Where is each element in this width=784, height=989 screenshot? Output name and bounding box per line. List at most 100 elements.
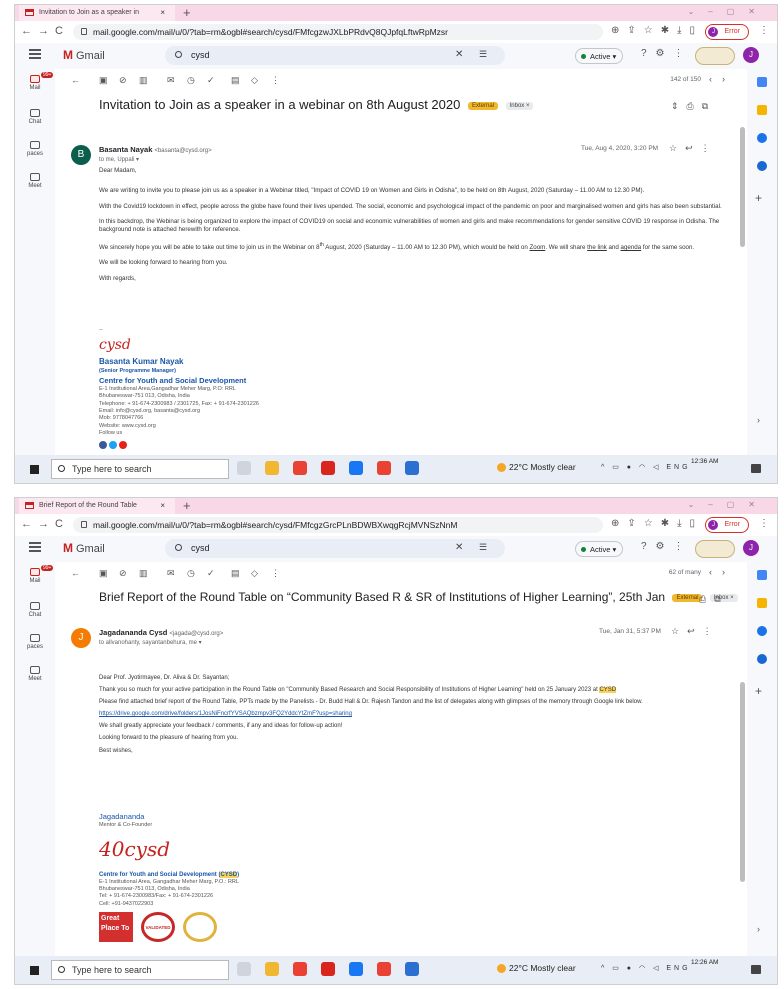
keep-icon[interactable] xyxy=(757,598,767,608)
rail-spaces[interactable]: paces xyxy=(19,634,51,650)
window-controls[interactable]: ⌄–▢✕ xyxy=(688,500,769,509)
contacts-icon[interactable] xyxy=(757,161,767,171)
taskbar-search[interactable]: Type here to search xyxy=(51,960,229,980)
rail-meet[interactable]: Meet xyxy=(19,666,51,682)
rail-spaces[interactable]: paces xyxy=(19,141,51,157)
chrome-icon[interactable] xyxy=(293,461,307,475)
file-explorer-icon[interactable] xyxy=(265,962,279,976)
chrome-profile-icon[interactable] xyxy=(377,962,391,976)
subject-actions[interactable]: ⇕⎙⧉ xyxy=(671,101,716,112)
chrome-icon[interactable] xyxy=(293,962,307,976)
task-view-icon[interactable] xyxy=(237,461,251,475)
profile-error-button[interactable]: J Error xyxy=(705,24,749,40)
browser-menu-icon[interactable]: ⋮ xyxy=(759,25,769,36)
move-to-icon[interactable]: ▤ xyxy=(231,568,240,579)
youtube-app-icon[interactable] xyxy=(321,461,335,475)
account-avatar[interactable]: J xyxy=(743,47,759,63)
tasks-icon[interactable] xyxy=(757,626,767,636)
notification-icon[interactable] xyxy=(751,965,761,974)
facebook-app-icon[interactable] xyxy=(349,461,363,475)
label-icon[interactable]: ◇ xyxy=(251,75,258,86)
youtube-app-icon[interactable] xyxy=(321,962,335,976)
rail-chat[interactable]: Chat xyxy=(19,602,51,618)
tasks-icon[interactable] xyxy=(757,133,767,143)
report-spam-icon[interactable]: ⊘ xyxy=(119,568,127,579)
search-icon[interactable] xyxy=(175,544,182,551)
keep-icon[interactable] xyxy=(757,105,767,115)
calendar-icon[interactable] xyxy=(757,570,767,580)
main-menu-icon[interactable] xyxy=(29,49,41,59)
new-tab-button[interactable]: + xyxy=(183,498,191,513)
recipients[interactable]: to allvanohanty, sayantanbehura, me ▾ xyxy=(99,639,202,646)
youtube-icon[interactable] xyxy=(119,440,127,449)
word-icon[interactable] xyxy=(405,461,419,475)
signature-email[interactable]: Email: info@cysd.org, basanta@cysd.org xyxy=(99,408,259,415)
archive-icon[interactable]: ▣ xyxy=(99,75,108,86)
scrollbar[interactable] xyxy=(740,682,745,882)
windows-start-icon[interactable] xyxy=(29,464,40,475)
facebook-icon[interactable] xyxy=(99,440,107,449)
task-view-icon[interactable] xyxy=(237,962,251,976)
rail-chat[interactable]: Chat xyxy=(19,109,51,125)
weather-widget[interactable]: 22°C Mostly clear xyxy=(497,462,576,473)
window-controls[interactable]: ⌄–▢✕ xyxy=(688,7,769,16)
main-menu-icon[interactable] xyxy=(29,542,41,552)
browser-toolbar-icons[interactable]: ⊕⇪☆✱⤓▯ xyxy=(611,25,703,36)
snooze-icon[interactable]: ◷ xyxy=(187,568,195,579)
sender-avatar[interactable]: B xyxy=(71,145,91,165)
system-tray[interactable]: ^ ▭ ● ◠ ◁ ENG xyxy=(601,463,691,471)
taskbar-clock[interactable]: 12:26 AM xyxy=(691,959,718,967)
gmail-logo[interactable]: M Gmail xyxy=(63,541,105,555)
add-addon-icon[interactable]: + xyxy=(755,191,762,205)
search-icon[interactable] xyxy=(175,51,182,58)
url-field[interactable]: mail.google.com/mail/u/0/?tab=rm&ogbl#se… xyxy=(73,24,603,40)
navigation-buttons[interactable]: ←→C xyxy=(21,25,69,37)
recipients[interactable]: to me, Uppali ▾ xyxy=(99,156,139,163)
word-icon[interactable] xyxy=(405,962,419,976)
more-icon[interactable]: ⋮ xyxy=(271,75,280,86)
sender-name[interactable]: Basanta Nayak <basanta@cysd.org> xyxy=(99,145,212,154)
contacts-icon[interactable] xyxy=(757,654,767,664)
status-dropdown[interactable]: Active ▾ xyxy=(575,48,624,64)
chrome-profile-icon[interactable] xyxy=(377,461,391,475)
rail-mail[interactable]: 99+ Mail xyxy=(19,565,54,584)
browser-menu-icon[interactable]: ⋮ xyxy=(759,518,769,529)
back-icon[interactable]: ← xyxy=(71,568,80,578)
zoom-link[interactable]: Zoom xyxy=(529,244,545,251)
report-spam-icon[interactable]: ⊘ xyxy=(119,75,127,86)
delete-icon[interactable]: ▥ xyxy=(139,75,148,86)
delete-icon[interactable]: ▥ xyxy=(139,568,148,579)
message-actions[interactable]: ☆↩⋮ xyxy=(671,626,720,637)
rail-mail[interactable]: 99+ Mail xyxy=(19,72,54,91)
browser-tab[interactable]: Invitation to Join as a speaker in × xyxy=(19,5,175,21)
pager-arrows[interactable]: ‹› xyxy=(709,567,735,577)
search-options-icon[interactable]: ☰ xyxy=(479,49,487,60)
navigation-buttons[interactable]: ←→C xyxy=(21,518,69,530)
taskbar-clock[interactable]: 12:36 AM xyxy=(691,458,718,466)
search-input[interactable]: cysd ✕ ☰ xyxy=(165,539,505,558)
browser-tab[interactable]: Brief Report of the Round Table × xyxy=(19,498,175,514)
mark-unread-icon[interactable]: ✉ xyxy=(167,75,175,86)
taskbar-search[interactable]: Type here to search xyxy=(51,459,229,479)
status-dropdown[interactable]: Active ▾ xyxy=(575,541,624,557)
message-actions[interactable]: ☆↩⋮ xyxy=(669,143,718,154)
mark-unread-icon[interactable]: ✉ xyxy=(167,568,175,579)
weather-widget[interactable]: 22°C Mostly clear xyxy=(497,963,576,974)
agenda-link[interactable]: agenda xyxy=(621,244,642,251)
more-icon[interactable]: ⋮ xyxy=(271,568,280,579)
system-tray[interactable]: ^ ▭ ● ◠ ◁ ENG xyxy=(601,964,691,972)
header-icons[interactable]: ?⚙⋮ xyxy=(641,48,693,59)
snooze-icon[interactable]: ◷ xyxy=(187,75,195,86)
url-field[interactable]: mail.google.com/mail/u/0/?tab=rm&ogbl#se… xyxy=(73,517,603,533)
sender-name[interactable]: Jagadananda Cysd <jagada@cysd.org> xyxy=(99,628,223,637)
gmail-logo[interactable]: M Gmail xyxy=(63,48,105,62)
scrollbar[interactable] xyxy=(740,127,745,247)
sender-avatar[interactable]: J xyxy=(71,628,91,648)
notification-icon[interactable] xyxy=(751,464,761,473)
search-options-icon[interactable]: ☰ xyxy=(479,542,487,553)
label-icon[interactable]: ◇ xyxy=(251,568,258,579)
header-icons[interactable]: ?⚙⋮ xyxy=(641,541,693,552)
profile-error-button[interactable]: J Error xyxy=(705,517,749,533)
pager-arrows[interactable]: ‹› xyxy=(709,74,735,84)
windows-start-icon[interactable] xyxy=(29,965,40,976)
